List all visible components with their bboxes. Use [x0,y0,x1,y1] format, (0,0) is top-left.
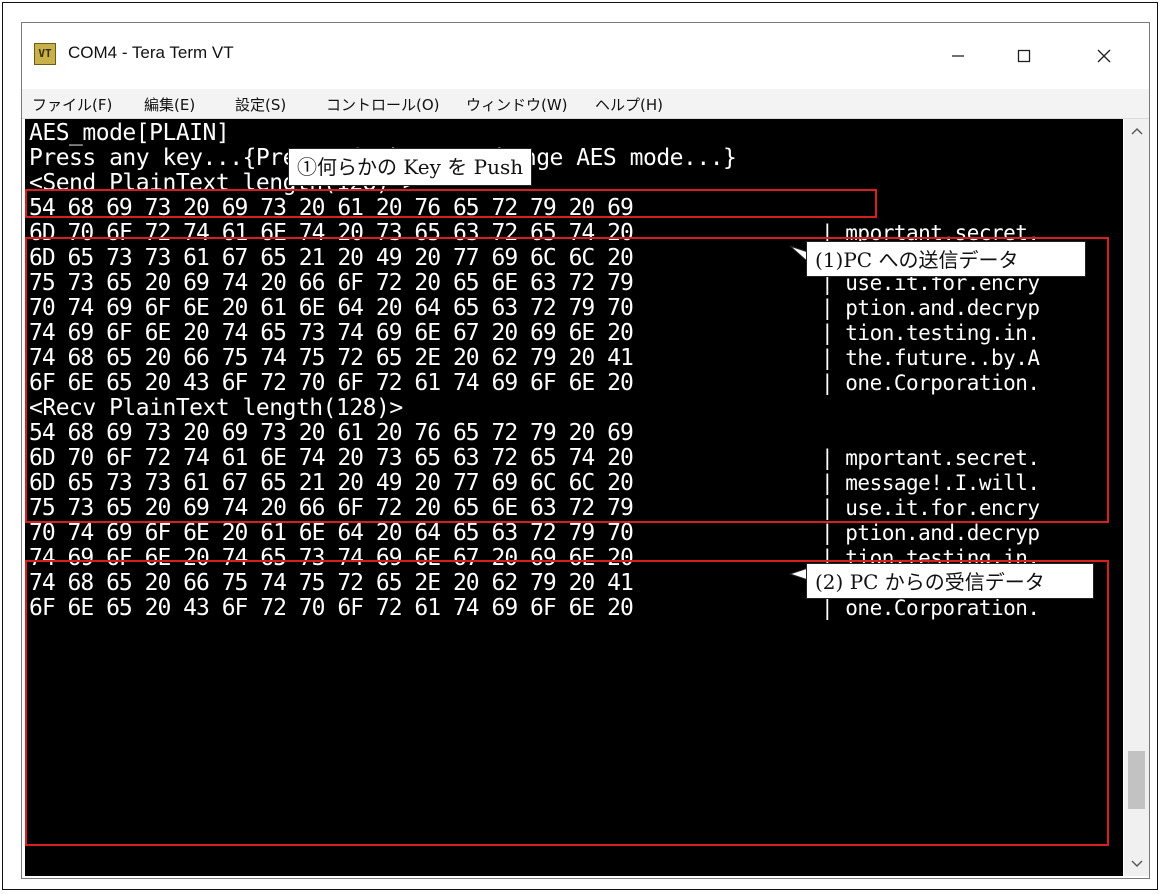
callout-pointers [788,245,809,581]
recv-data-callout: (2) PC からの受信データ [806,563,1094,599]
send-data-callout: (1)PC への送信データ [806,241,1086,277]
push-key-callout: ①何らかの Key を Push [288,148,533,186]
